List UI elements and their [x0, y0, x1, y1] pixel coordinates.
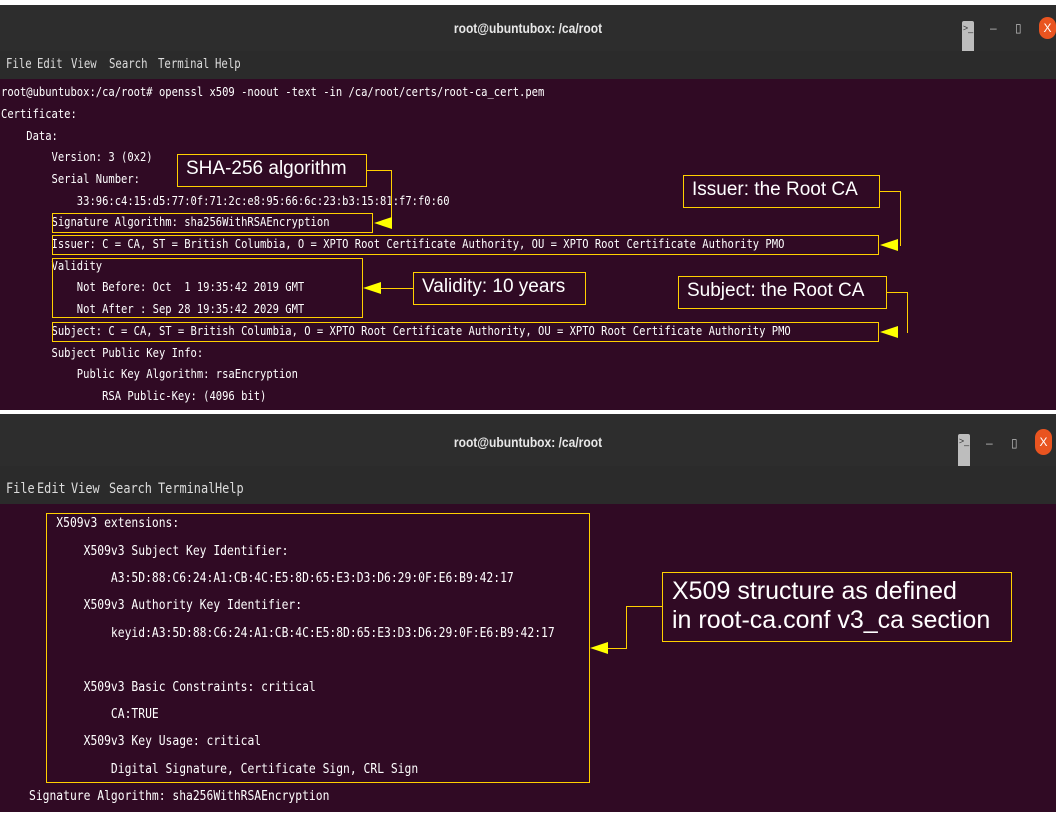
- menu-view[interactable]: View: [71, 51, 97, 79]
- arrow-icon: [880, 326, 898, 338]
- menu-file[interactable]: File: [6, 51, 32, 79]
- divider: [0, 410, 1056, 412]
- arrow-icon: [880, 239, 898, 251]
- x509-callout-line2: in root-ca.conf v3_ca section: [672, 606, 991, 634]
- menu-search[interactable]: Search: [109, 51, 148, 79]
- sha256-connector: [367, 170, 392, 224]
- x509-callout-line1: X509 structure as defined: [672, 577, 957, 605]
- validity-highlight: [52, 258, 363, 318]
- menu-help[interactable]: Help: [215, 51, 241, 79]
- maximize-button[interactable]: ▯: [1015, 5, 1022, 51]
- menu-search[interactable]: Search: [109, 466, 152, 504]
- menu-help[interactable]: Help: [215, 466, 244, 504]
- minimize-button[interactable]: –: [986, 414, 993, 460]
- signature-highlight: [52, 213, 373, 233]
- terminal-line: Public Key Algorithm: rsaEncryption: [1, 367, 298, 382]
- x509-connector-tail: [608, 648, 626, 649]
- arrow-icon: [374, 217, 392, 229]
- window-title: root@ubuntubox: /ca/root: [453, 20, 603, 36]
- terminal-line: Serial Number:: [1, 172, 140, 187]
- close-button[interactable]: X: [1039, 17, 1056, 39]
- menu-view[interactable]: View: [71, 466, 100, 504]
- x509-extensions-highlight: [46, 513, 590, 783]
- x509-connector: [626, 606, 663, 649]
- minimize-button[interactable]: –: [990, 5, 997, 51]
- x509-callout: X509 structure as defined in root-ca.con…: [662, 572, 1012, 642]
- window-title: root@ubuntubox: /ca/root: [453, 434, 603, 450]
- subject-highlight: [52, 322, 879, 342]
- issuer-highlight: [52, 235, 879, 255]
- menu-terminal[interactable]: Terminal: [158, 466, 215, 504]
- menu-edit[interactable]: Edit: [37, 51, 63, 79]
- issuer-connector: [880, 191, 901, 246]
- validity-callout: Validity: 10 years: [413, 272, 586, 305]
- close-button[interactable]: X: [1035, 429, 1052, 455]
- terminal-line-command: root@ubuntubox:/ca/root# openssl x509 -n…: [1, 85, 545, 100]
- menu-bar: File Edit View Search Terminal Help: [0, 466, 1056, 504]
- arrow-icon: [590, 642, 608, 654]
- menu-terminal[interactable]: Terminal: [158, 51, 209, 79]
- menu-edit[interactable]: Edit: [37, 466, 66, 504]
- menu-file[interactable]: File: [6, 466, 35, 504]
- issuer-callout: Issuer: the Root CA: [683, 175, 880, 208]
- menu-bar: File Edit View Search Terminal Help: [0, 51, 1056, 79]
- terminal-line: Data:: [1, 129, 58, 144]
- terminal-line: Subject Public Key Info:: [1, 346, 204, 361]
- validity-connector: [380, 288, 413, 289]
- terminal-line-signature: Signature Algorithm: sha256WithRSAEncryp…: [29, 788, 330, 804]
- terminal-line: Certificate:: [1, 107, 77, 122]
- title-bar[interactable]: root@ubuntubox: /ca/root >_ – ▯ X: [0, 414, 1056, 758]
- arrow-icon: [363, 282, 381, 294]
- title-bar[interactable]: root@ubuntubox: /ca/root >_ – ▯ X: [0, 5, 1056, 354]
- terminal-line: Version: 3 (0x2): [1, 150, 153, 165]
- sha256-callout: SHA-256 algorithm: [177, 154, 367, 187]
- subject-callout: Subject: the Root CA: [678, 276, 887, 309]
- terminal-line: RSA Public-Key: (4096 bit): [1, 389, 267, 404]
- maximize-button[interactable]: ▯: [1011, 414, 1018, 460]
